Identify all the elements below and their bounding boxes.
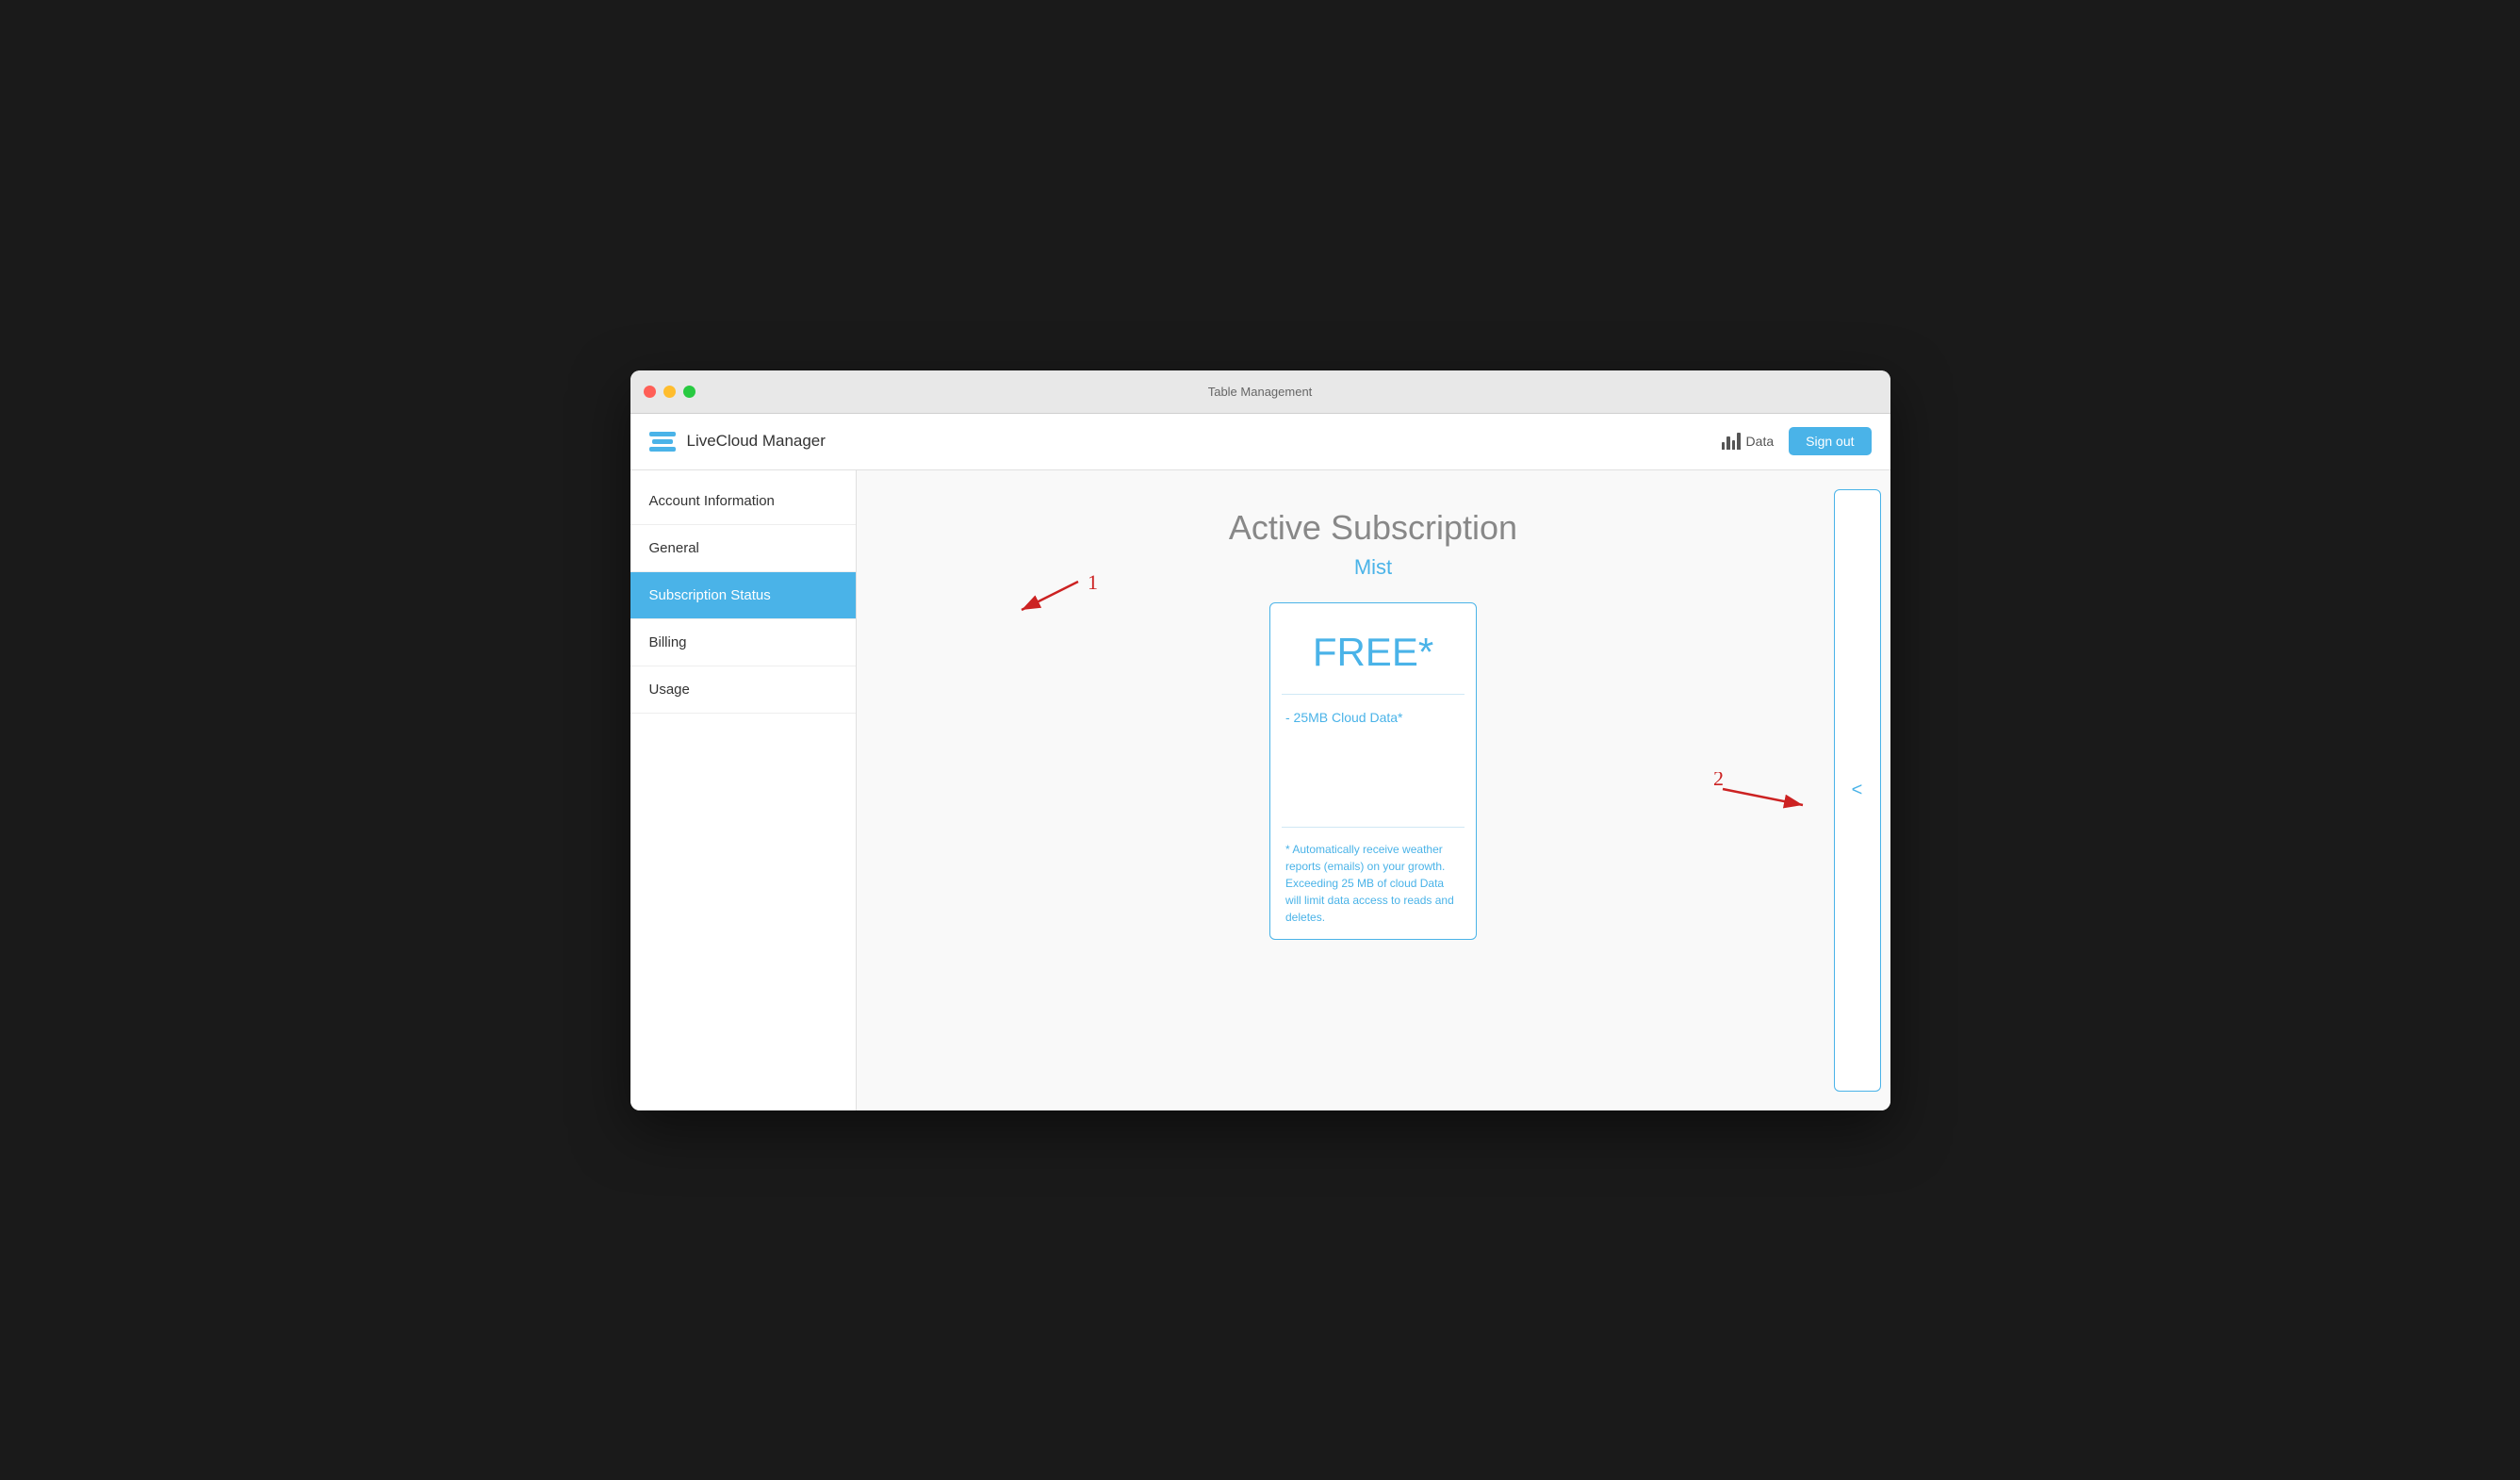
header-right: Data Sign out xyxy=(1722,427,1872,455)
chart-bar-4 xyxy=(1737,433,1741,450)
annotation-1-arrow: 1 xyxy=(1003,572,1116,629)
chart-bar-1 xyxy=(1722,442,1726,450)
maximize-button[interactable] xyxy=(683,386,695,398)
chart-bar-3 xyxy=(1732,440,1736,450)
sidebar-item-subscription-status[interactable]: Subscription Status xyxy=(630,572,856,619)
sidebar: Account Information General Subscription… xyxy=(630,470,857,1110)
titlebar: Table Management xyxy=(630,370,1890,414)
sidebar-item-general[interactable]: General xyxy=(630,525,856,572)
minimize-button[interactable] xyxy=(663,386,676,398)
logo-bar-2 xyxy=(652,439,673,444)
app-window: Table Management LiveCloud Manager Data xyxy=(630,370,1890,1110)
window-controls xyxy=(630,386,695,398)
chevron-left-icon: < xyxy=(1852,780,1863,801)
subscription-card: FREE* - 25MB Cloud Data* * Automatically… xyxy=(1269,602,1477,940)
logo-bar-1 xyxy=(649,432,676,436)
annotation-2-arrow: 2 xyxy=(1713,772,1826,829)
close-button[interactable] xyxy=(644,386,656,398)
card-price: FREE* xyxy=(1270,603,1476,694)
page-title: Active Subscription xyxy=(1229,508,1517,548)
app-title: LiveCloud Manager xyxy=(687,432,826,451)
sidebar-item-usage[interactable]: Usage xyxy=(630,666,856,714)
right-panel[interactable]: < xyxy=(1834,489,1881,1092)
data-label: Data xyxy=(1746,434,1775,449)
sign-out-button[interactable]: Sign out xyxy=(1789,427,1871,455)
data-link[interactable]: Data xyxy=(1722,433,1775,450)
sidebar-item-billing[interactable]: Billing xyxy=(630,619,856,666)
annotation-1: 1 xyxy=(1003,572,1116,633)
app-header: LiveCloud Manager Data Sign out xyxy=(630,414,1890,470)
logo-bar-3 xyxy=(649,447,676,452)
card-footer: * Automatically receive weather reports … xyxy=(1270,828,1476,939)
app-logo-icon xyxy=(649,432,676,452)
svg-text:2: 2 xyxy=(1713,772,1724,790)
header-left: LiveCloud Manager xyxy=(649,432,826,452)
card-features: - 25MB Cloud Data* xyxy=(1270,695,1476,827)
main-layout: Account Information General Subscription… xyxy=(630,470,1890,1110)
subscription-name: Mist xyxy=(1354,555,1392,580)
content-area: 1 Active Subscription Mist FREE* - 25MB … xyxy=(857,470,1890,1110)
window-title: Table Management xyxy=(1208,385,1313,399)
annotation-2: 2 xyxy=(1713,772,1826,833)
sidebar-item-account-information[interactable]: Account Information xyxy=(630,478,856,525)
data-chart-icon xyxy=(1722,433,1741,450)
svg-text:1: 1 xyxy=(1088,572,1098,594)
chart-bar-2 xyxy=(1726,436,1730,450)
